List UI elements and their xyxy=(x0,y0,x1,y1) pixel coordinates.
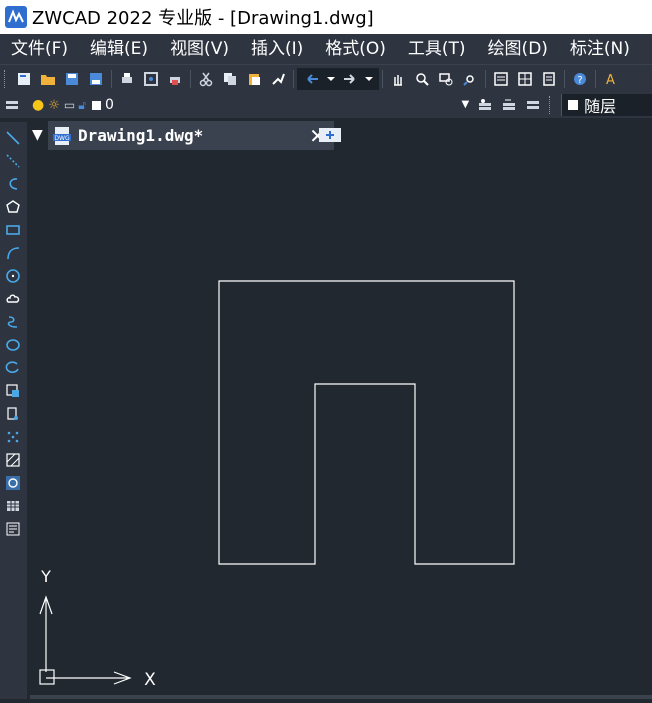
construction-line-icon[interactable] xyxy=(3,151,23,171)
zwcad-logo-icon xyxy=(5,6,27,28)
undo-dropdown-icon[interactable] xyxy=(326,69,336,89)
new-file-icon[interactable] xyxy=(14,69,34,89)
menu-insert[interactable]: 插入(I) xyxy=(240,34,314,64)
svg-text:A: A xyxy=(606,73,615,87)
layer-states-icon[interactable] xyxy=(523,95,543,115)
point-icon[interactable] xyxy=(3,427,23,447)
toolbar-separator xyxy=(111,69,112,88)
ucs-x-label: X xyxy=(144,670,156,690)
chevron-down-icon[interactable]: ▼ xyxy=(462,99,470,110)
arc-icon[interactable] xyxy=(3,243,23,263)
line-icon[interactable] xyxy=(3,128,23,148)
new-tab-icon[interactable] xyxy=(318,125,342,145)
rectangle-icon[interactable] xyxy=(3,220,23,240)
color-swatch-icon xyxy=(568,100,579,110)
menu-bar: 文件(F) 编辑(E) 视图(V) 插入(I) 格式(O) 工具(T) 绘图(D… xyxy=(0,34,652,64)
ucs-y-label: Y xyxy=(40,567,51,586)
window-title: ZWCAD 2022 专业版 - [Drawing1.dwg] xyxy=(32,8,374,29)
layers-toolbar: ● ☼ ▭ 🔓︎ 0 ▼ 随层 xyxy=(0,92,652,118)
cut-icon[interactable] xyxy=(196,69,216,89)
dwg-file-icon: DWG xyxy=(52,125,74,147)
svg-text:DWG: DWG xyxy=(54,135,70,142)
draw-toolbar xyxy=(0,122,27,699)
toolbar-separator xyxy=(190,69,191,88)
ellipse-arc-icon[interactable] xyxy=(3,358,23,378)
toolbar-grip[interactable] xyxy=(549,96,553,114)
make-block-icon[interactable] xyxy=(3,404,23,424)
zoom-realtime-icon[interactable] xyxy=(412,69,432,89)
design-center-icon[interactable] xyxy=(515,69,535,89)
color-control-dropdown[interactable]: 随层 xyxy=(561,94,652,116)
toolbar-separator xyxy=(293,69,294,88)
toolbar-separator xyxy=(564,69,565,88)
bylayer-label: 随层 xyxy=(584,97,617,116)
menu-edit[interactable]: 编辑(E) xyxy=(79,34,159,64)
layer-thaw-sun-icon[interactable]: ☼ xyxy=(48,98,60,113)
properties-palette-icon[interactable] xyxy=(491,69,511,89)
help-icon[interactable]: ? xyxy=(570,69,590,89)
drawn-polyline-shape xyxy=(218,280,515,565)
tool-palette-icon[interactable] xyxy=(539,69,559,89)
revision-cloud-icon[interactable] xyxy=(3,289,23,309)
table-icon[interactable] xyxy=(3,496,23,516)
layer-manager-icon[interactable] xyxy=(2,95,22,115)
document-tab-strip: ▼ DWG Drawing1.dwg* ✕ xyxy=(30,121,652,150)
title-bar: ZWCAD 2022 专业版 - [Drawing1.dwg] xyxy=(0,0,652,34)
tab-list-dropdown-icon[interactable]: ▼ xyxy=(32,127,43,143)
svg-text:?: ? xyxy=(577,75,582,86)
menu-tools[interactable]: 工具(T) xyxy=(397,34,477,64)
layout-tab-strip xyxy=(30,695,652,699)
toolbar-grip[interactable] xyxy=(4,69,8,88)
multiline-text-icon[interactable] xyxy=(3,519,23,539)
text-style-icon[interactable]: A xyxy=(601,69,621,89)
ucs-icon xyxy=(39,595,132,685)
make-object-layer-current-icon[interactable] xyxy=(475,95,495,115)
layer-previous-icon[interactable] xyxy=(499,95,519,115)
layer-viewport-icon[interactable]: ▭ xyxy=(64,98,75,112)
tab-title: Drawing1.dwg* xyxy=(78,126,204,145)
redo-dropdown-icon[interactable] xyxy=(364,69,374,89)
layer-unlock-icon[interactable]: 🔓︎ xyxy=(78,98,86,113)
print-icon[interactable] xyxy=(117,69,137,89)
ellipse-icon[interactable] xyxy=(3,335,23,355)
polygon-icon[interactable] xyxy=(3,197,23,217)
publish-icon[interactable] xyxy=(165,69,185,89)
toolbar-separator xyxy=(595,69,596,88)
circle-icon[interactable] xyxy=(3,266,23,286)
save-icon[interactable] xyxy=(62,69,82,89)
menu-format[interactable]: 格式(O) xyxy=(314,34,397,64)
open-folder-icon[interactable] xyxy=(38,69,58,89)
menu-dimension[interactable]: 标注(N) xyxy=(559,34,641,64)
plot-preview-icon[interactable] xyxy=(141,69,161,89)
spline-icon[interactable] xyxy=(3,312,23,332)
match-properties-icon[interactable] xyxy=(268,69,288,89)
menu-file[interactable]: 文件(F) xyxy=(0,34,79,64)
polyline-icon[interactable] xyxy=(3,174,23,194)
layer-dropdown[interactable]: ● ☼ ▭ 🔓︎ 0 ▼ xyxy=(25,95,474,115)
undo-icon[interactable] xyxy=(302,69,322,89)
paste-icon[interactable] xyxy=(244,69,264,89)
toolbar-separator xyxy=(382,69,383,88)
insert-block-icon[interactable] xyxy=(3,381,23,401)
tab-drawing1[interactable]: DWG Drawing1.dwg* ✕ xyxy=(48,121,334,150)
pan-hand-icon[interactable] xyxy=(388,69,408,89)
layer-color-swatch-icon xyxy=(91,100,101,110)
toolbar-separator xyxy=(485,69,486,88)
hatch-icon[interactable] xyxy=(3,450,23,470)
drawing-canvas[interactable]: Y X xyxy=(30,150,652,699)
zoom-previous-icon[interactable] xyxy=(460,69,480,89)
redo-icon[interactable] xyxy=(340,69,360,89)
standard-toolbar: ? A xyxy=(0,64,652,92)
undo-redo-group xyxy=(297,67,379,90)
copy-icon[interactable] xyxy=(220,69,240,89)
zoom-window-icon[interactable] xyxy=(436,69,456,89)
menu-view[interactable]: 视图(V) xyxy=(159,34,240,64)
current-layer-name: 0 xyxy=(104,97,114,113)
menu-draw[interactable]: 绘图(D) xyxy=(477,34,559,64)
save-as-icon[interactable] xyxy=(86,69,106,89)
gradient-icon[interactable] xyxy=(3,473,23,493)
layer-on-bulb-icon[interactable]: ● xyxy=(32,97,44,113)
